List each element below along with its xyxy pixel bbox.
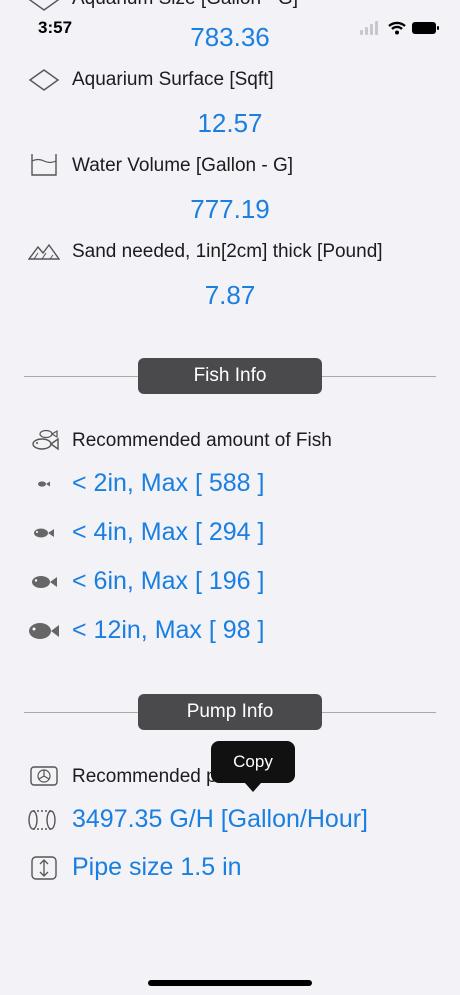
aquarium-size-value[interactable]: 783.36	[0, 22, 460, 53]
recommended-pump-label: Recommended p	[72, 766, 217, 787]
fish-row-12in[interactable]: < 12in, Max [ 98 ]	[72, 616, 264, 645]
aquarium-size-label: Aquarium Size [Gallon - G]	[72, 0, 298, 10]
aquarium-surface-label: Aquarium Surface [Sqft]	[72, 69, 274, 90]
pump-fan-icon	[28, 762, 60, 790]
water-tank-icon	[28, 151, 60, 179]
fish-info-header: Fish Info	[138, 358, 322, 394]
sand-dunes-icon	[28, 237, 60, 265]
fish-row-6in[interactable]: < 6in, Max [ 196 ]	[72, 567, 264, 596]
recommended-fish-label: Recommended amount of Fish	[72, 430, 332, 451]
pump-info-header: Pump Info	[138, 694, 322, 730]
fish-small-icon	[28, 521, 60, 545]
sand-needed-label: Sand needed, 1in[2cm] thick [Pound]	[72, 241, 383, 262]
water-volume-label: Water Volume [Gallon - G]	[72, 155, 294, 176]
fish-group-icon	[28, 426, 60, 454]
fish-row-2in[interactable]: < 2in, Max [ 588 ]	[72, 469, 264, 498]
home-indicator[interactable]	[148, 980, 312, 986]
fish-row-4in[interactable]: < 4in, Max [ 294 ]	[72, 518, 264, 547]
tooltip-arrow-icon	[245, 783, 261, 792]
fish-large-icon	[26, 616, 60, 646]
aquarium-size-icon	[28, 0, 60, 19]
diamond-surface-icon	[28, 66, 60, 94]
water-volume-value[interactable]: 777.19	[0, 194, 460, 225]
pipe-size-value[interactable]: Pipe size 1.5 in	[72, 853, 242, 882]
fish-tiny-icon	[28, 472, 60, 496]
pump-cylinder-icon	[26, 806, 58, 834]
pump-flow-value[interactable]: 3497.35 G/H [Gallon/Hour]	[72, 805, 368, 834]
pipe-size-icon	[28, 854, 60, 882]
copy-tooltip[interactable]: Copy	[211, 741, 295, 783]
sand-needed-value[interactable]: 7.87	[0, 280, 460, 311]
aquarium-surface-value[interactable]: 12.57	[0, 108, 460, 139]
fish-medium-icon	[28, 569, 60, 595]
